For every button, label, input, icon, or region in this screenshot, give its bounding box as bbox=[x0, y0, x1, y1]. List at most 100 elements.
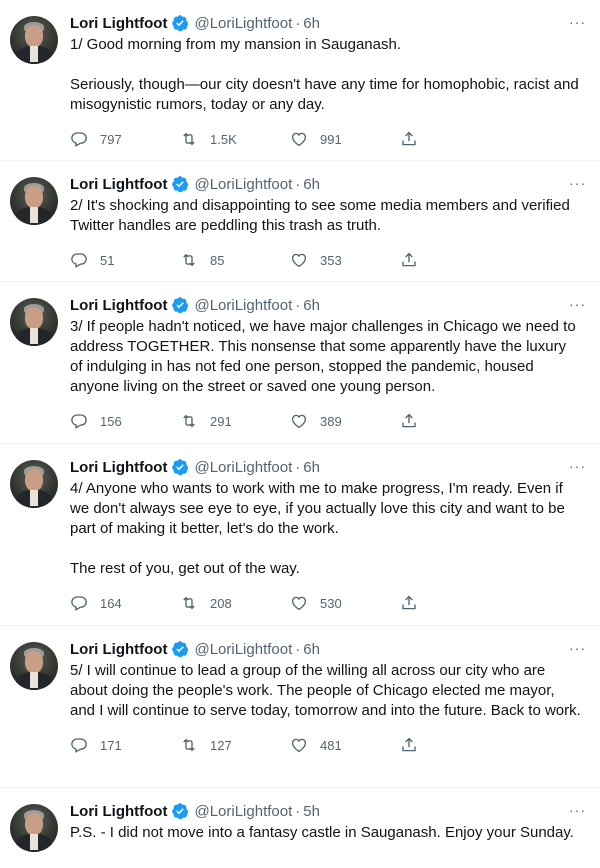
tweet-content: Lori Lightfoot @LoriLightfoot · 6h ··· 4… bbox=[70, 444, 588, 625]
avatar[interactable] bbox=[10, 177, 58, 225]
share-icon bbox=[402, 737, 416, 752]
like-icon bbox=[291, 414, 307, 429]
author-handle[interactable]: @LoriLightfoot bbox=[194, 641, 292, 658]
reply-button[interactable]: 51 bbox=[70, 251, 180, 269]
more-icon[interactable]: ··· bbox=[569, 640, 586, 656]
avatar[interactable] bbox=[10, 642, 58, 690]
retweet-icon bbox=[183, 738, 195, 752]
more-icon[interactable]: ··· bbox=[569, 175, 586, 191]
tweet-header: Lori Lightfoot @LoriLightfoot · 6h bbox=[70, 456, 588, 478]
tweet-thread: Lori Lightfoot @LoriLightfoot · 6h ··· 1… bbox=[0, 0, 600, 868]
tweet-content: Lori Lightfoot @LoriLightfoot · 6h ··· 5… bbox=[70, 626, 588, 787]
tweet[interactable]: Lori Lightfoot @LoriLightfoot · 5h ··· P… bbox=[0, 788, 600, 868]
avatar-column bbox=[10, 282, 70, 443]
author-name[interactable]: Lori Lightfoot bbox=[70, 803, 167, 820]
reply-count: 164 bbox=[100, 595, 122, 611]
verified-badge-icon bbox=[171, 296, 189, 314]
retweet-count: 85 bbox=[210, 252, 225, 268]
author-handle[interactable]: @LoriLightfoot bbox=[194, 15, 292, 32]
author-handle[interactable]: @LoriLightfoot bbox=[194, 803, 292, 820]
retweet-icon bbox=[183, 253, 195, 267]
like-button[interactable]: 481 bbox=[290, 736, 400, 754]
reply-icon bbox=[71, 132, 87, 147]
tweet-time[interactable]: 6h bbox=[303, 459, 320, 476]
author-name[interactable]: Lori Lightfoot bbox=[70, 297, 167, 314]
share-button[interactable] bbox=[400, 251, 510, 269]
tweet-header: Lori Lightfoot @LoriLightfoot · 6h bbox=[70, 294, 588, 316]
like-count: 991 bbox=[320, 131, 342, 147]
retweet-button[interactable]: 127 bbox=[180, 736, 290, 754]
like-button[interactable]: 353 bbox=[290, 251, 400, 269]
retweet-button[interactable]: 291 bbox=[180, 412, 290, 430]
tweet-time[interactable]: 6h bbox=[303, 641, 320, 658]
tweet-time[interactable]: 6h bbox=[303, 297, 320, 314]
reply-button[interactable]: 156 bbox=[70, 412, 180, 430]
like-icon bbox=[291, 253, 307, 268]
more-icon[interactable]: ··· bbox=[569, 14, 586, 30]
separator: · bbox=[295, 296, 301, 314]
like-count: 481 bbox=[320, 737, 342, 753]
tweet-header: Lori Lightfoot @LoriLightfoot · 6h bbox=[70, 12, 588, 34]
tweet-time[interactable]: 5h bbox=[303, 803, 320, 820]
like-button[interactable]: 530 bbox=[290, 594, 400, 612]
avatar[interactable] bbox=[10, 298, 58, 346]
separator: · bbox=[295, 802, 301, 820]
reply-count: 51 bbox=[100, 252, 115, 268]
more-icon[interactable]: ··· bbox=[569, 458, 586, 474]
retweet-icon bbox=[183, 596, 195, 610]
share-button[interactable] bbox=[400, 736, 510, 754]
author-name[interactable]: Lori Lightfoot bbox=[70, 641, 167, 658]
tweet-text: 2/ It's shocking and disappointing to se… bbox=[70, 197, 574, 234]
share-icon bbox=[402, 252, 416, 267]
tweet[interactable]: Lori Lightfoot @LoriLightfoot · 6h ··· 1… bbox=[0, 0, 600, 161]
tweet[interactable]: Lori Lightfoot @LoriLightfoot · 6h ··· 2… bbox=[0, 161, 600, 282]
tweet[interactable]: Lori Lightfoot @LoriLightfoot · 6h ··· 5… bbox=[0, 626, 600, 788]
like-button[interactable]: 389 bbox=[290, 412, 400, 430]
tweet[interactable]: Lori Lightfoot @LoriLightfoot · 6h ··· 4… bbox=[0, 444, 600, 626]
avatar-column bbox=[10, 626, 70, 787]
author-handle[interactable]: @LoriLightfoot bbox=[194, 297, 292, 314]
like-icon bbox=[291, 738, 307, 753]
reply-icon bbox=[71, 414, 87, 429]
separator: · bbox=[295, 640, 301, 658]
tweet[interactable]: Lori Lightfoot @LoriLightfoot · 6h ··· 3… bbox=[0, 282, 600, 444]
retweet-button[interactable]: 208 bbox=[180, 594, 290, 612]
reply-count: 797 bbox=[100, 131, 122, 147]
like-count: 530 bbox=[320, 595, 342, 611]
separator: · bbox=[295, 175, 301, 193]
reply-button[interactable]: 171 bbox=[70, 736, 180, 754]
avatar-column bbox=[10, 788, 70, 868]
tweet-actions: 156 291 389 bbox=[70, 401, 510, 441]
tweet-time[interactable]: 6h bbox=[303, 176, 320, 193]
author-name[interactable]: Lori Lightfoot bbox=[70, 459, 167, 476]
reply-button[interactable]: 164 bbox=[70, 594, 180, 612]
tweet-text: 1/ Good morning from my mansion in Sauga… bbox=[70, 36, 579, 113]
reply-button[interactable]: 797 bbox=[70, 130, 180, 148]
verified-badge-icon bbox=[171, 640, 189, 658]
reply-icon bbox=[71, 738, 87, 753]
retweet-count: 208 bbox=[210, 595, 232, 611]
more-icon[interactable]: ··· bbox=[569, 296, 586, 312]
retweet-button[interactable]: 85 bbox=[180, 251, 290, 269]
share-button[interactable] bbox=[400, 130, 510, 148]
tweet-header: Lori Lightfoot @LoriLightfoot · 5h bbox=[70, 800, 588, 822]
retweet-icon bbox=[183, 414, 195, 428]
like-button[interactable]: 991 bbox=[290, 130, 400, 148]
tweet-text: 3/ If people hadn't noticed, we have maj… bbox=[70, 318, 580, 395]
share-button[interactable] bbox=[400, 412, 510, 430]
author-name[interactable]: Lori Lightfoot bbox=[70, 15, 167, 32]
reply-count: 156 bbox=[100, 413, 122, 429]
avatar[interactable] bbox=[10, 16, 58, 64]
avatar[interactable] bbox=[10, 804, 58, 852]
retweet-count: 291 bbox=[210, 413, 232, 429]
author-name[interactable]: Lori Lightfoot bbox=[70, 176, 167, 193]
tweet-content: Lori Lightfoot @LoriLightfoot · 6h ··· 2… bbox=[70, 161, 588, 281]
share-button[interactable] bbox=[400, 594, 510, 612]
author-handle[interactable]: @LoriLightfoot bbox=[194, 459, 292, 476]
avatar[interactable] bbox=[10, 460, 58, 508]
retweet-button[interactable]: 1.5K bbox=[180, 130, 290, 148]
author-handle[interactable]: @LoriLightfoot bbox=[194, 176, 292, 193]
more-icon[interactable]: ··· bbox=[569, 802, 586, 818]
tweet-time[interactable]: 6h bbox=[303, 15, 320, 32]
separator: · bbox=[295, 14, 301, 32]
